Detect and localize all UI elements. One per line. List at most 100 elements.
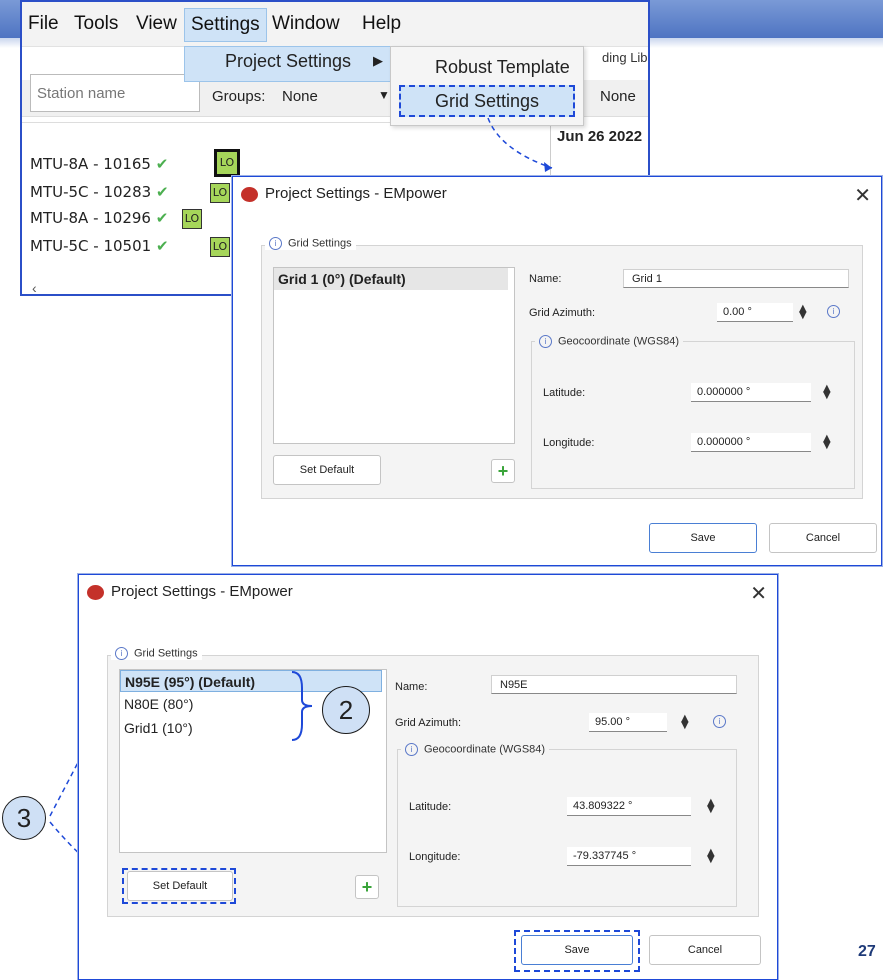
station-row[interactable]: MTU-8A - 10296 ✔ [30, 209, 168, 227]
lo-badge[interactable]: LO [182, 209, 202, 229]
station-name-input[interactable]: Station name [30, 74, 200, 112]
station-name: MTU-8A - 10165 [30, 155, 151, 173]
spin-arrows-icon[interactable]: ▲ ▼ [823, 384, 831, 401]
menu-file[interactable]: File [22, 8, 65, 40]
dialog-titlebar: Project Settings - EMpower ✕ [233, 177, 881, 213]
empower-logo-icon [87, 585, 104, 600]
callout-2: 2 [322, 686, 370, 734]
grid-list-item[interactable]: Grid 1 (0°) (Default) [274, 268, 508, 290]
save-button[interactable]: Save [649, 523, 757, 553]
check-icon: ✔ [155, 155, 169, 173]
name-field[interactable]: N95E [491, 675, 737, 694]
geocoordinate-group [531, 341, 855, 489]
geo-title: Geocoordinate (WGS84) [424, 743, 546, 756]
info-icon: i [115, 647, 128, 660]
menu-robust-template[interactable]: Robust Template [435, 57, 570, 78]
info-icon: i [269, 237, 282, 250]
latitude-field[interactable]: 0.000000 ° [691, 383, 811, 402]
save-highlight [514, 930, 640, 972]
station-name: MTU-5C - 10283 [30, 183, 152, 201]
spin-arrows-icon[interactable]: ▲ ▼ [799, 304, 807, 321]
grid-list[interactable]: Grid 1 (0°) (Default) [273, 267, 515, 444]
menu-settings[interactable]: Settings [184, 8, 267, 42]
geocoordinate-group-label: i Geocoordinate (WGS84) [401, 743, 550, 756]
menu-help[interactable]: Help [356, 8, 407, 40]
dialog-title: Project Settings - EMpower [111, 583, 293, 600]
scroll-left-icon[interactable]: ‹ [32, 280, 37, 294]
azimuth-field[interactable]: 95.00 ° [589, 713, 667, 732]
submenu-arrow-icon: ▶ [373, 53, 383, 68]
dialog-title: Project Settings - EMpower [265, 185, 447, 202]
plus-icon[interactable]: + [355, 875, 379, 899]
info-icon: i [405, 743, 418, 756]
name-label: Name: [395, 681, 428, 693]
latitude-label: Latitude: [543, 387, 586, 399]
dialog-project-settings-2: Project Settings - EMpower ✕ i Grid Setti… [78, 574, 778, 980]
info-icon: i [539, 335, 552, 348]
azimuth-label: Grid Azimuth: [529, 307, 596, 319]
page-number: 27 [858, 943, 876, 960]
station-row[interactable]: MTU-5C - 10283 ✔ [30, 183, 169, 201]
spin-arrows-icon[interactable]: ▲ ▼ [681, 714, 689, 731]
station-name: MTU-8A - 10296 [30, 209, 151, 227]
close-icon[interactable]: ✕ [750, 581, 767, 606]
cancel-button[interactable]: Cancel [649, 935, 761, 965]
geocoordinate-group-label: i Geocoordinate (WGS84) [535, 335, 684, 348]
spin-arrows-icon[interactable]: ▲ ▼ [707, 848, 715, 865]
check-icon: ✔ [155, 237, 169, 255]
grid-settings-group-label: i Grid Settings [111, 647, 202, 660]
name-field[interactable]: Grid 1 [623, 269, 849, 288]
lo-badge[interactable]: LO [210, 183, 230, 203]
submenu-project-settings[interactable]: Project Settings ▶ [184, 46, 398, 82]
info-icon[interactable]: i [827, 305, 840, 318]
date-header: Jun 26 2022 [557, 128, 643, 145]
longitude-field[interactable]: -79.337745 ° [567, 847, 691, 866]
info-icon[interactable]: i [713, 715, 726, 728]
group-title: Grid Settings [288, 237, 352, 250]
menu-grid-settings[interactable]: Grid Settings [399, 85, 575, 117]
grid-settings-group-label: i Grid Settings [265, 237, 356, 250]
right-lib-label: ding Lib [602, 50, 648, 65]
group-title: Grid Settings [134, 647, 198, 660]
submenu-project-settings-items: Robust Template Grid Settings [390, 46, 584, 126]
dialog-titlebar: Project Settings - EMpower ✕ [79, 575, 777, 611]
longitude-field[interactable]: 0.000000 ° [691, 433, 811, 452]
grid-list-item[interactable]: N80E (80°) [124, 696, 193, 712]
station-name: MTU-5C - 10501 [30, 237, 152, 255]
spin-arrows-icon[interactable]: ▲ ▼ [707, 798, 715, 815]
close-icon[interactable]: ✕ [854, 183, 871, 208]
lo-badge[interactable]: LO [214, 149, 240, 177]
station-row[interactable]: MTU-8A - 10165 ✔ [30, 155, 168, 173]
dropdown-arrow-icon[interactable]: ▼ [378, 88, 390, 102]
lo-badge[interactable]: LO [210, 237, 230, 257]
longitude-label: Longitude: [409, 851, 461, 863]
station-row[interactable]: MTU-5C - 10501 ✔ [30, 237, 169, 255]
callout-3: 3 [2, 796, 46, 840]
check-icon: ✔ [155, 183, 169, 201]
longitude-label: Longitude: [543, 437, 595, 449]
menu-view[interactable]: View [130, 8, 183, 40]
submenu-project-settings-label: Project Settings [225, 51, 352, 71]
set-default-button[interactable]: Set Default [273, 455, 381, 485]
empower-logo-icon [241, 187, 258, 202]
name-label: Name: [529, 273, 562, 285]
latitude-label: Latitude: [409, 801, 452, 813]
menu-tools[interactable]: Tools [68, 8, 124, 40]
set-default-highlight [122, 868, 236, 904]
right-none-select[interactable]: None [600, 88, 636, 105]
cancel-button[interactable]: Cancel [769, 523, 877, 553]
latitude-field[interactable]: 43.809322 ° [567, 797, 691, 816]
geocoordinate-group [397, 749, 737, 907]
plus-icon[interactable]: + [491, 459, 515, 483]
dialog-project-settings-1: Project Settings - EMpower ✕ i Grid Setti… [232, 176, 882, 566]
brace-icon [291, 671, 313, 741]
azimuth-label: Grid Azimuth: [395, 717, 462, 729]
groups-label: Groups: [212, 88, 266, 105]
spin-arrows-icon[interactable]: ▲ ▼ [823, 434, 831, 451]
grid-list-item[interactable]: Grid1 (10°) [124, 720, 193, 736]
azimuth-field[interactable]: 0.00 ° [717, 303, 793, 322]
menu-bar: File Tools View Settings Window Help [22, 2, 648, 47]
geo-title: Geocoordinate (WGS84) [558, 335, 680, 348]
groups-select[interactable]: None [282, 88, 318, 105]
menu-window[interactable]: Window [266, 8, 346, 40]
